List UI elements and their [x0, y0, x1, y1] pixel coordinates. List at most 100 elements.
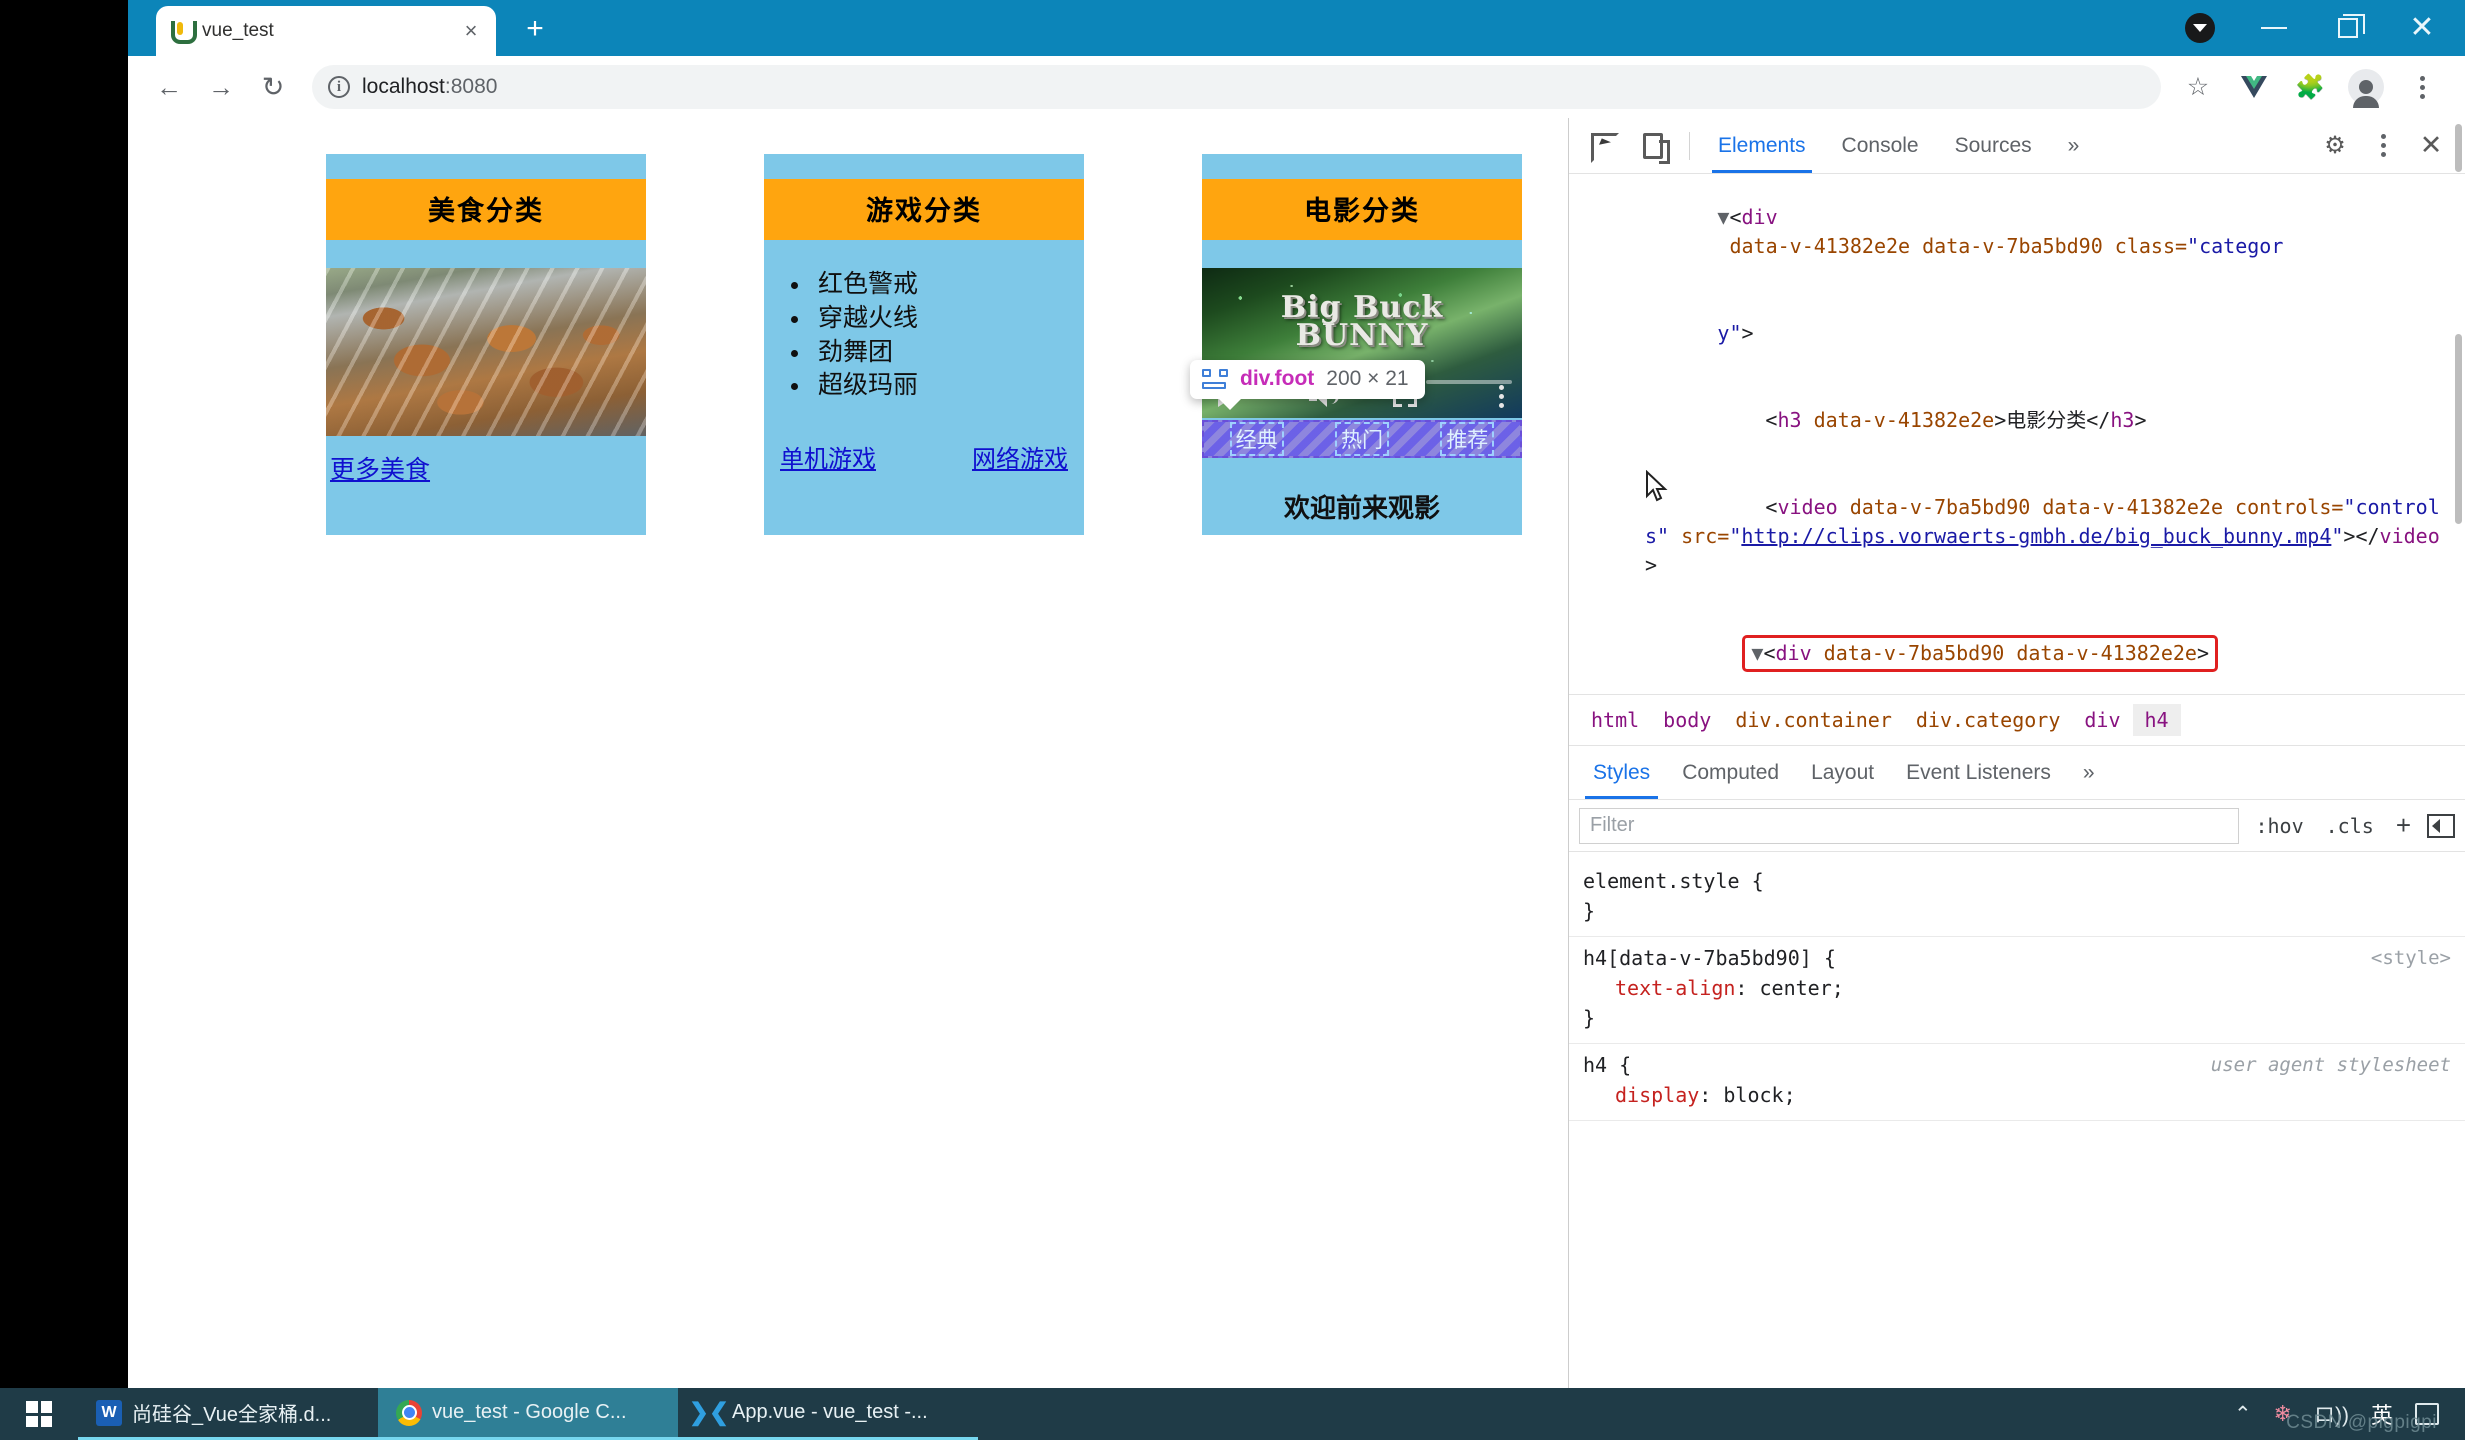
- tab-layout[interactable]: Layout: [1795, 746, 1890, 799]
- close-window-button[interactable]: ✕: [2385, 0, 2459, 56]
- minimize-button[interactable]: [2237, 0, 2311, 56]
- hov-toggle-button[interactable]: :hov: [2249, 814, 2309, 838]
- sidebar-tab-overflow-icon[interactable]: »: [2067, 746, 2111, 799]
- card-title: 游戏分类: [764, 179, 1084, 240]
- chrome-icon: [396, 1399, 422, 1426]
- close-icon[interactable]: ×: [458, 18, 484, 44]
- list-item: 红色警戒: [812, 268, 1084, 302]
- elements-scrollbar[interactable]: [2455, 334, 2462, 524]
- forward-button[interactable]: →: [198, 64, 244, 110]
- tree-line-selected-div[interactable]: ▼<div data-v-7ba5bd90 data-v-41382e2e>: [1569, 609, 2465, 694]
- new-tab-button[interactable]: +: [518, 14, 552, 48]
- window-controls: ✕: [2163, 0, 2459, 56]
- new-style-rule-button[interactable]: +: [2390, 810, 2417, 841]
- style-rule-h4-ua[interactable]: user agent stylesheet h4 { display: bloc…: [1569, 1044, 2465, 1121]
- desktop-screen: vue_test × + ✕ ← → ↻ i localhost:8080 ☆: [0, 0, 2465, 1440]
- foot-link-recommend[interactable]: 推荐: [1440, 422, 1495, 456]
- styles-rules-pane[interactable]: element.style { } <style> h4[data-v-7ba5…: [1569, 124, 2465, 1388]
- tooltip-size: 200 × 21: [1326, 367, 1409, 390]
- more-food-link[interactable]: 更多美食: [330, 450, 430, 486]
- style-rule-h4-scoped[interactable]: <style> h4[data-v-7ba5bd90] { text-align…: [1569, 937, 2465, 1044]
- styles-filter-input[interactable]: Filter: [1579, 807, 2240, 844]
- tree-line-video[interactable]: <video data-v-7ba5bd90 data-v-41382e2e c…: [1569, 464, 2465, 609]
- profile-avatar-icon[interactable]: [2341, 64, 2391, 110]
- foot-link-classic[interactable]: 经典: [1229, 422, 1284, 456]
- taskbar-item-label: App.vue - vue_test -...: [732, 1401, 928, 1423]
- tooltip-selector: div.foot: [1240, 367, 1315, 390]
- tray-expand-chevron-icon[interactable]: ⌃: [2234, 1402, 2252, 1427]
- panel-toggle-icon[interactable]: [2427, 813, 2455, 838]
- browser-tab[interactable]: vue_test ×: [156, 6, 496, 56]
- tree-line-category-open[interactable]: ▼<div data-v-41382e2e data-v-7ba5bd90 cl…: [1569, 174, 2465, 290]
- url-text: localhost:8080: [362, 75, 498, 98]
- elements-tree[interactable]: ▼<div data-v-41382e2e data-v-7ba5bd90 cl…: [1569, 174, 2465, 694]
- taskbar-item-word[interactable]: W 尚硅谷_Vue全家桶.d...: [78, 1388, 378, 1440]
- list-item: 穿越火线: [812, 302, 1084, 336]
- game-list: 红色警戒 穿越火线 劲舞团 超级玛丽: [812, 268, 1084, 403]
- declaration-property[interactable]: text-align: [1583, 976, 1735, 1000]
- tree-line-h3[interactable]: <h3 data-v-41382e2e>电影分类</h3>: [1569, 377, 2465, 464]
- rule-selector: h4[data-v-7ba5bd90] {: [1583, 946, 1836, 970]
- declaration-value[interactable]: center;: [1760, 976, 1844, 1000]
- taskbar-item-chrome[interactable]: vue_test - Google C...: [378, 1388, 678, 1440]
- address-bar[interactable]: i localhost:8080: [312, 65, 2161, 109]
- video-more-options-icon[interactable]: [1499, 384, 1504, 408]
- divider: [1689, 131, 1690, 160]
- tab-computed[interactable]: Computed: [1666, 746, 1795, 799]
- device-toolbar-icon[interactable]: [1629, 124, 1677, 168]
- csdn-watermark: CSDN @pigpigpi: [2286, 1412, 2437, 1433]
- breadcrumb-item-html[interactable]: html: [1579, 704, 1651, 736]
- inspect-cursor-icon[interactable]: [1579, 124, 1627, 168]
- desktop-background-left: [0, 0, 128, 1388]
- video-overlay-title: Big Buck BUNNY: [1280, 290, 1444, 353]
- star-icon[interactable]: ☆: [2173, 64, 2223, 110]
- cls-toggle-button[interactable]: .cls: [2320, 814, 2380, 838]
- single-player-link[interactable]: 单机游戏: [780, 439, 876, 474]
- tab-overflow-icon[interactable]: »: [2052, 118, 2096, 173]
- rule-declaration[interactable]: display: block;: [1583, 1080, 2451, 1110]
- breadcrumb-item-h4[interactable]: h4: [2132, 704, 2181, 736]
- start-button[interactable]: [0, 1388, 78, 1440]
- taskbar-item-vscode[interactable]: ❯❮ App.vue - vue_test -...: [678, 1388, 978, 1440]
- declaration-value[interactable]: block;: [1723, 1083, 1795, 1107]
- tree-line-category-open-wrap: y">: [1717, 321, 1754, 345]
- tab-styles[interactable]: Styles: [1577, 746, 1666, 799]
- breadcrumb-item-category[interactable]: div.category: [1904, 704, 2073, 736]
- chrome-browser-window: vue_test × + ✕ ← → ↻ i localhost:8080 ☆: [128, 0, 2465, 1388]
- style-rule-element-style[interactable]: element.style { }: [1569, 860, 2465, 937]
- devtools-panel: Elements Console Sources » ⚙ ✕ ▼<div dat…: [1568, 118, 2465, 1388]
- download-indicator-icon[interactable]: [2163, 0, 2237, 56]
- chrome-menu-icon[interactable]: [2397, 64, 2447, 110]
- rule-selector: element.style {: [1583, 869, 1764, 893]
- tab-elements[interactable]: Elements: [1702, 118, 1822, 173]
- foot-link-hot[interactable]: 热门: [1334, 422, 1389, 456]
- styles-filter-row: Filter :hov .cls +: [1569, 800, 2465, 852]
- inspect-tooltip: div.foot 200 × 21: [1190, 360, 1425, 410]
- close-icon[interactable]: ✕: [2407, 124, 2455, 168]
- tab-sources[interactable]: Sources: [1939, 118, 2048, 173]
- category-container: 美食分类 更多美食 游戏分类 红色警戒 穿越火线 劲舞团 超级玛丽 单机游戏: [128, 118, 1568, 535]
- game-links: 单机游戏 网络游戏: [764, 439, 1084, 474]
- rule-origin[interactable]: <style>: [2371, 944, 2451, 973]
- tab-console[interactable]: Console: [1826, 118, 1935, 173]
- breadcrumb-item-div[interactable]: div: [2072, 704, 2132, 736]
- rule-declaration[interactable]: text-align: center;: [1583, 973, 2451, 1003]
- gear-icon[interactable]: ⚙: [2311, 124, 2359, 168]
- online-game-link[interactable]: 网络游戏: [972, 439, 1068, 474]
- vue-devtools-icon[interactable]: [2229, 64, 2279, 110]
- card-title: 电影分类: [1202, 179, 1522, 240]
- devtools-menu-icon[interactable]: [2359, 124, 2407, 168]
- reload-button[interactable]: ↻: [250, 64, 296, 110]
- browser-toolbar: ← → ↻ i localhost:8080 ☆ 🧩: [128, 56, 2465, 118]
- extensions-puzzle-icon[interactable]: 🧩: [2285, 64, 2335, 110]
- site-info-icon[interactable]: i: [328, 76, 350, 98]
- tab-event-listeners[interactable]: Event Listeners: [1890, 746, 2067, 799]
- declaration-property[interactable]: display: [1583, 1083, 1699, 1107]
- word-icon: W: [96, 1399, 122, 1426]
- vue-logo-svg: [2241, 76, 2267, 98]
- devtools-toolbar-right: ⚙ ✕: [2311, 124, 2455, 168]
- back-button[interactable]: ←: [146, 64, 192, 110]
- breadcrumb-item-container[interactable]: div.container: [1723, 704, 1904, 736]
- restore-button[interactable]: [2311, 0, 2385, 56]
- breadcrumb-item-body[interactable]: body: [1651, 704, 1723, 736]
